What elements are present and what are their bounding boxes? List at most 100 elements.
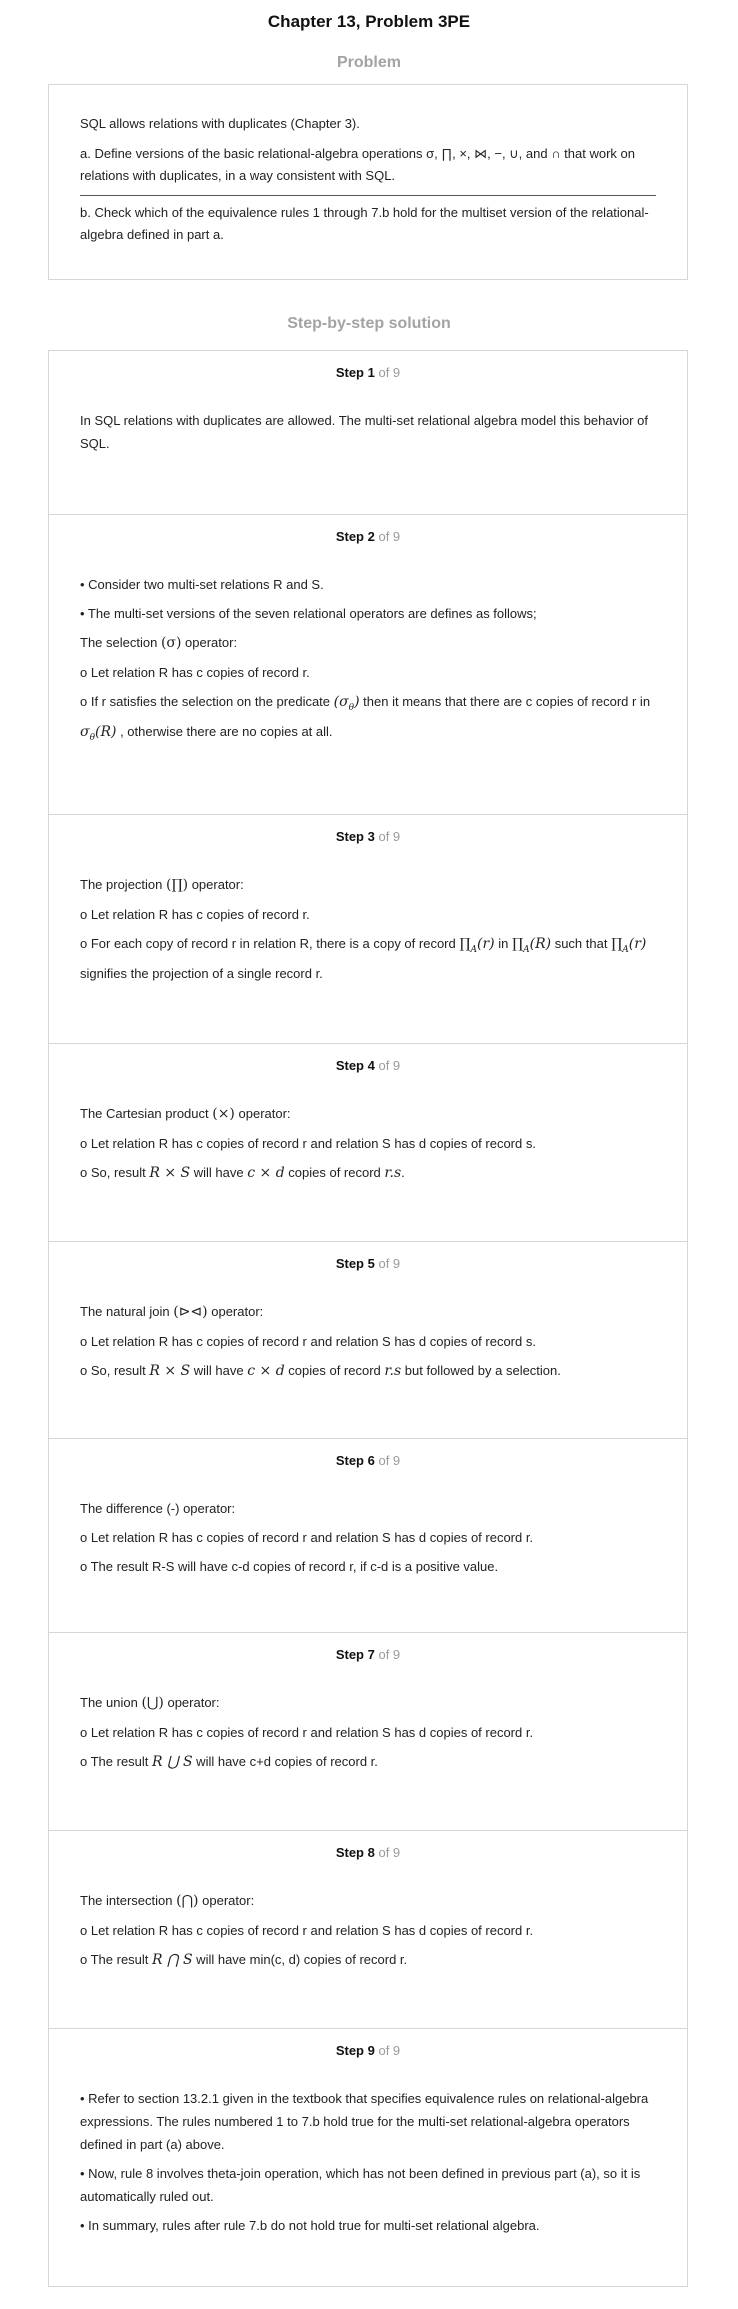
math-expression: R × S xyxy=(149,1165,191,1181)
step-text-line: The Cartesian product (×) operator: xyxy=(80,1106,291,1122)
step-text-line: • In summary, rules after rule 7.b do no… xyxy=(80,2218,540,2233)
step-text-line: o If r satisfies the selection on the pr… xyxy=(80,694,651,743)
step-total: of 9 xyxy=(374,2043,401,2058)
problem-part-b: b. Check which of the equivalence rules … xyxy=(80,205,649,242)
step-card: Step 8 of 9 The intersection (⋂) operator… xyxy=(49,1830,687,2028)
step-number: 6 xyxy=(367,1453,375,1468)
math-expression: (∏) xyxy=(166,877,189,893)
math-expression: (⋃) xyxy=(141,1695,164,1711)
math-expression: σθ(R) xyxy=(80,723,117,743)
math-expression: c × d xyxy=(247,1363,285,1379)
step-total: of 9 xyxy=(374,1058,401,1073)
step-heading: Step 4 of 9 xyxy=(80,1044,656,1082)
problem-intro: SQL allows relations with duplicates (Ch… xyxy=(80,116,360,131)
step-text-line: o The result R ⋃ S will have c+d copies … xyxy=(80,1754,378,1770)
step-text-line: o The result R ⋂ S will have min(c, d) c… xyxy=(80,1952,408,1968)
step-heading: Step 6 of 9 xyxy=(80,1439,656,1477)
step-heading: Step 8 of 9 xyxy=(80,1831,656,1869)
step-text-line: o Let relation R has c copies of record … xyxy=(80,1530,534,1545)
step-word: Step xyxy=(335,529,368,544)
math-expression: (⊳⊲) xyxy=(173,1304,208,1320)
step-total: of 9 xyxy=(374,1845,401,1860)
step-text-line: o The result R-S will have c-d copies of… xyxy=(80,1559,499,1574)
math-expression: (⋂) xyxy=(176,1893,199,1909)
step-text-line: • Consider two multi-set relations R and… xyxy=(80,577,324,592)
problem-box: SQL allows relations with duplicates (Ch… xyxy=(48,84,688,280)
math-expression: ∏A(R) xyxy=(511,936,552,955)
step-card: Step 9 of 9 • Refer to section 13.2.1 giv… xyxy=(49,2028,687,2286)
step-total: of 9 xyxy=(374,1647,401,1662)
step-text-line: The union (⋃) operator: xyxy=(80,1695,220,1711)
step-card: Step 2 of 9 • Consider two multi-set rela… xyxy=(49,514,687,814)
step-text-line: o So, result R × S will have c × d copie… xyxy=(80,1363,561,1379)
step-heading: Step 3 of 9 xyxy=(80,815,656,853)
step-text-line: The difference (-) operator: xyxy=(80,1501,236,1516)
step-text-line: o For each copy of record r in relation … xyxy=(80,936,647,981)
step-text-line: o Let relation R has c copies of record … xyxy=(80,1334,536,1349)
math-expression: ∏A(r) xyxy=(611,936,647,955)
step-number: 4 xyxy=(367,1058,375,1073)
solution-page: Chapter 13, Problem 3PE Problem SQL allo… xyxy=(0,0,738,2287)
step-total: of 9 xyxy=(374,1453,401,1468)
step-card: Step 7 of 9 The union (⋃) operator: o Let … xyxy=(49,1632,687,1830)
step-text-line: o Let relation R has c copies of record … xyxy=(80,1136,536,1151)
problem-heading: Problem xyxy=(336,54,401,71)
step-heading: Step 7 of 9 xyxy=(80,1633,656,1671)
step-text-line: • Refer to section 13.2.1 given in the t… xyxy=(80,2091,649,2152)
step-card: Step 4 of 9 The Cartesian product (×) ope… xyxy=(49,1043,687,1241)
step-text-line: o Let relation R has c copies of record … xyxy=(80,1923,534,1938)
step-number: 3 xyxy=(367,829,375,844)
step-text-line: o So, result R × S will have c × d copie… xyxy=(80,1165,405,1181)
step-number: 8 xyxy=(367,1845,375,1860)
step-word: Step xyxy=(335,1453,368,1468)
step-number: 7 xyxy=(367,1647,375,1662)
math-expression: (×) xyxy=(212,1106,235,1122)
step-text-line: In SQL relations with duplicates are all… xyxy=(80,413,648,451)
step-word: Step xyxy=(335,2043,368,2058)
step-word: Step xyxy=(335,1256,368,1271)
step-text-line: The projection (∏) operator: xyxy=(80,877,244,893)
step-text-line: o Let relation R has c copies of record … xyxy=(80,665,310,680)
solution-heading: Step-by-step solution xyxy=(287,315,451,332)
step-word: Step xyxy=(335,1845,368,1860)
problem-divider xyxy=(80,195,656,196)
step-heading: Step 1 of 9 xyxy=(80,351,656,389)
step-text-line: o Let relation R has c copies of record … xyxy=(80,907,310,922)
step-number: 9 xyxy=(367,2043,375,2058)
step-number: 5 xyxy=(367,1256,375,1271)
step-total: of 9 xyxy=(374,365,401,380)
steps-container: Step 1 of 9 In SQL relations with duplica… xyxy=(48,350,688,2287)
math-expression: R ⋂ S xyxy=(152,1952,193,1968)
step-word: Step xyxy=(335,829,368,844)
step-heading: Step 5 of 9 xyxy=(80,1242,656,1280)
step-word: Step xyxy=(335,1058,368,1073)
step-number: 1 xyxy=(367,365,375,380)
step-heading: Step 2 of 9 xyxy=(80,515,656,553)
math-expression: R × S xyxy=(149,1363,191,1379)
step-card: Step 6 of 9 The difference (-) operator: o… xyxy=(49,1438,687,1632)
math-expression: r.s xyxy=(384,1363,402,1379)
step-card: Step 3 of 9 The projection (∏) operator: o… xyxy=(49,814,687,1043)
math-expression: r.s xyxy=(384,1165,402,1181)
step-text-line: The selection (σ) operator: xyxy=(80,635,238,651)
step-card: Step 5 of 9 The natural join (⊳⊲) operato… xyxy=(49,1241,687,1438)
step-text-line: o Let relation R has c copies of record … xyxy=(80,1725,534,1740)
step-word: Step xyxy=(335,365,368,380)
math-expression: (σθ) xyxy=(333,694,360,713)
step-text-line: • Now, rule 8 involves theta-join operat… xyxy=(80,2166,641,2204)
step-total: of 9 xyxy=(374,829,401,844)
math-expression: c × d xyxy=(247,1165,285,1181)
step-heading: Step 9 of 9 xyxy=(80,2029,656,2067)
step-text-line: The natural join (⊳⊲) operator: xyxy=(80,1304,264,1320)
math-expression: ∏A(r) xyxy=(459,936,495,955)
step-total: of 9 xyxy=(374,1256,401,1271)
step-number: 2 xyxy=(367,529,375,544)
math-expression: (σ) xyxy=(160,635,182,651)
step-total: of 9 xyxy=(374,529,401,544)
step-word: Step xyxy=(335,1647,368,1662)
problem-part-a: a. Define versions of the basic relation… xyxy=(80,146,635,183)
step-card: Step 1 of 9 In SQL relations with duplica… xyxy=(49,351,687,514)
step-text-line: • The multi-set versions of the seven re… xyxy=(80,606,537,621)
page-title: Chapter 13, Problem 3PE xyxy=(267,12,471,31)
math-expression: R ⋃ S xyxy=(152,1754,193,1770)
